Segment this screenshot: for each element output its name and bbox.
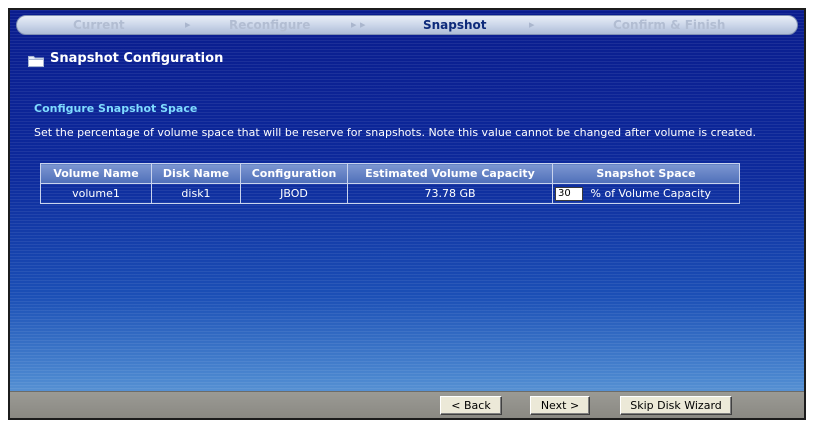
- snapshot-percentage-input[interactable]: [555, 186, 583, 201]
- cell-configuration: JBOD: [240, 183, 348, 204]
- folder-icon: [28, 56, 44, 67]
- step-arrow-2: ▸ ▸: [351, 18, 366, 31]
- col-header-snapshot-space: Snapshot Space: [552, 163, 740, 184]
- section-heading: Configure Snapshot Space: [34, 102, 198, 115]
- snapshot-space-suffix: % of Volume Capacity: [590, 186, 712, 200]
- cell-volume-name: volume1: [40, 183, 152, 204]
- table-row: volume1 disk1 JBOD 73.78 GB % of Volume …: [40, 183, 740, 204]
- cell-disk-name: disk1: [151, 183, 241, 204]
- table-header-row: Volume Name Disk Name Configuration Esti…: [40, 163, 740, 184]
- volume-table: Volume Name Disk Name Configuration Esti…: [40, 163, 740, 204]
- wizard-steps-bar: Current ▸ Reconfigure ▸ ▸ Snapshot ▸ Con…: [16, 15, 798, 35]
- section-description: Set the percentage of volume space that …: [34, 126, 757, 139]
- step-current: Current: [73, 18, 125, 32]
- col-header-disk-name: Disk Name: [151, 163, 241, 184]
- back-button[interactable]: < Back: [440, 396, 502, 415]
- next-button[interactable]: Next >: [530, 396, 590, 415]
- cell-snapshot-space: % of Volume Capacity: [552, 183, 740, 204]
- col-header-configuration: Configuration: [240, 163, 348, 184]
- step-arrow-1: ▸: [185, 18, 191, 31]
- skip-disk-wizard-button[interactable]: Skip Disk Wizard: [620, 396, 732, 415]
- wizard-window: Current ▸ Reconfigure ▸ ▸ Snapshot ▸ Con…: [8, 8, 806, 420]
- step-reconfigure: Reconfigure: [229, 18, 311, 32]
- step-snapshot: Snapshot: [423, 18, 487, 32]
- col-header-volume-name: Volume Name: [40, 163, 152, 184]
- cell-estimated-capacity: 73.78 GB: [347, 183, 553, 204]
- wizard-button-bar: < Back Next > Skip Disk Wizard: [10, 391, 804, 418]
- col-header-estimated-capacity: Estimated Volume Capacity: [347, 163, 553, 184]
- page-title: Snapshot Configuration: [50, 51, 224, 66]
- step-arrow-3: ▸: [529, 18, 535, 31]
- step-confirm-finish: Confirm & Finish: [613, 18, 726, 32]
